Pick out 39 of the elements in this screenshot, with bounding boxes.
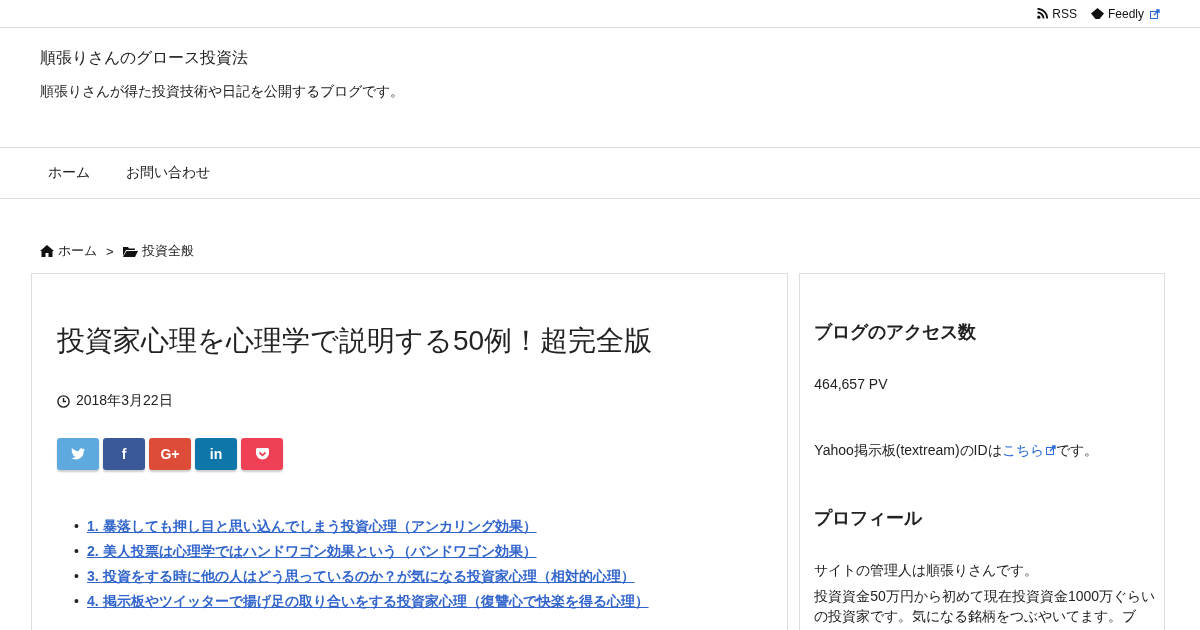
rss-icon [1037, 8, 1049, 19]
share-button[interactable]: G+ [149, 438, 191, 470]
breadcrumb-link[interactable]: ホーム [40, 242, 97, 260]
post-date: 2018年3月22日 [76, 392, 173, 410]
list-bullet: • [74, 567, 80, 586]
breadcrumb-link[interactable]: 投資全般 [122, 242, 194, 260]
feedly-icon [1090, 8, 1104, 19]
nav-item[interactable]: ホーム [30, 164, 108, 182]
clock-icon [57, 394, 70, 408]
widget-heading: ブログのアクセス数 [814, 321, 977, 344]
folder-icon [122, 245, 138, 257]
feed-link[interactable]: Feedly [1090, 6, 1160, 21]
toc-link[interactable]: 3. 投資をする時に他の人はどう思っているのか？が気になる投資家心理（相対的心理） [87, 564, 635, 589]
share-button[interactable] [241, 438, 283, 470]
site-title[interactable]: 順張りさんのグロース投資法 [40, 48, 1160, 69]
share-button[interactable] [57, 438, 99, 470]
toc-link[interactable]: 1. 暴落しても押し目と思い込んでしまう投資心理（アンカリング効果） [87, 514, 537, 539]
list-bullet: • [74, 517, 80, 536]
toc-link[interactable]: 2. 美人投票は心理学ではハンドワゴン効果という（バンドワゴン効果） [87, 539, 537, 564]
toc-link[interactable]: 4. 掲示板やツイッターで揚げ足の取り合いをする投資家心理（復讐心で快楽を得る心理） [87, 589, 649, 614]
share-button[interactable]: in [195, 438, 237, 470]
widget-heading: プロフィール [814, 507, 923, 530]
external-link-icon [1045, 445, 1056, 455]
widget-text: 464,657 PV [814, 375, 889, 394]
share-button[interactable]: f [103, 438, 145, 470]
nav-item[interactable]: お問い合わせ [108, 164, 228, 182]
text-link[interactable]: こちら [1001, 442, 1056, 458]
pocket-icon [255, 448, 269, 460]
list-bullet: • [74, 542, 80, 561]
breadcrumb-separator: > [106, 243, 114, 259]
site-tagline: 順張りさんが得た投資技術や日記を公開するブログです。 [40, 83, 404, 101]
widget-text: 投資資金50万円から初めて現在投資資金1000万ぐらいの投資家です。気になる銘柄をつぶやいてます。ブ [814, 587, 1157, 626]
widget-text: サイトの管理人は順張りさんです。 [814, 561, 1040, 580]
bird-icon [71, 448, 85, 460]
widget-text: Yahoo掲示板(textream)のIDは こちら です。 [814, 441, 1099, 460]
rss-link[interactable]: RSS [1037, 6, 1077, 21]
home-icon [40, 245, 54, 257]
article-title: 投資家心理を心理学で説明する50例！超完全版 [57, 324, 653, 358]
list-bullet: • [74, 592, 80, 611]
